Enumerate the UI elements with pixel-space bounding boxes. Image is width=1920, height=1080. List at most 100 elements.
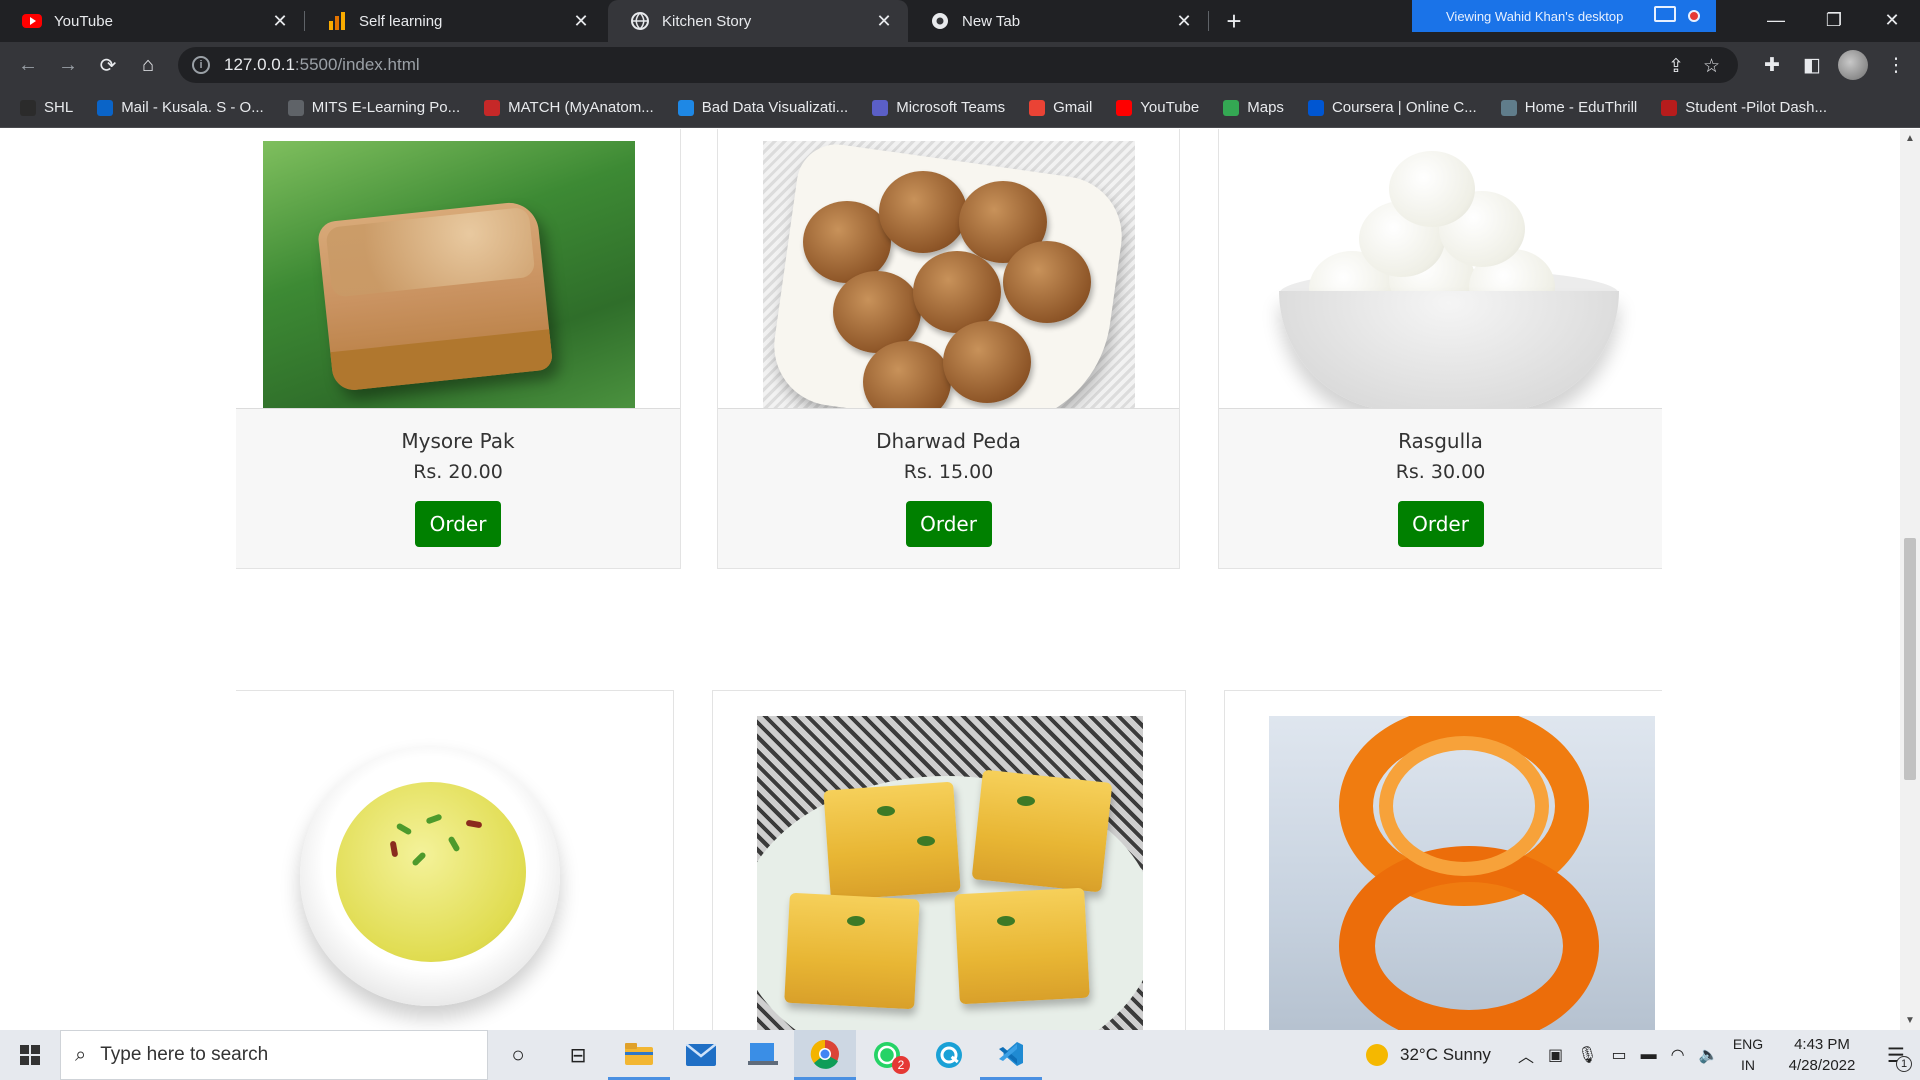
microphone-icon[interactable]: 🎙 bbox=[1577, 1045, 1597, 1065]
record-icon bbox=[1688, 10, 1700, 22]
sun-icon bbox=[1366, 1044, 1388, 1066]
rasmalai-image bbox=[236, 716, 636, 1030]
order-button[interactable]: Order bbox=[1397, 501, 1484, 547]
order-button[interactable]: Order bbox=[905, 501, 992, 547]
student-icon bbox=[1661, 99, 1678, 116]
analytics-icon bbox=[327, 11, 347, 31]
url-path: :5500/index.html bbox=[294, 55, 420, 74]
bookmark-label: Student -Pilot Dash... bbox=[1685, 99, 1828, 116]
bookmark-item[interactable]: YouTube bbox=[1116, 99, 1199, 116]
bookmark-item[interactable]: Student -Pilot Dash... bbox=[1661, 99, 1827, 116]
cortana-icon[interactable]: ○ bbox=[488, 1042, 548, 1068]
scroll-up-icon[interactable]: ▲ bbox=[1905, 133, 1915, 144]
bookmark-item[interactable]: Home - EduThrill bbox=[1500, 99, 1637, 116]
site-info-icon[interactable]: i bbox=[192, 56, 210, 74]
quickassist-icon[interactable] bbox=[918, 1030, 980, 1080]
card-footer: Mysore Pak Rs. 20.00 Order bbox=[236, 408, 680, 568]
card-footer: Rasgulla Rs. 30.00 Order bbox=[1219, 408, 1662, 568]
task-view-icon[interactable]: ⊟ bbox=[548, 1043, 608, 1068]
remote-app-icon[interactable] bbox=[732, 1030, 794, 1080]
shl-icon bbox=[20, 99, 36, 116]
search-placeholder: Type here to search bbox=[100, 1044, 269, 1065]
clock[interactable]: 4:43 PM 4/28/2022 bbox=[1772, 1034, 1872, 1076]
tab-new-tab[interactable]: New Tab ✕ bbox=[908, 0, 1208, 42]
share-icon[interactable]: ⇪ bbox=[1668, 55, 1684, 78]
mail-app-icon[interactable] bbox=[670, 1030, 732, 1080]
whatsapp-icon[interactable]: 2 bbox=[856, 1030, 918, 1080]
close-window-button[interactable]: ✕ bbox=[1864, 0, 1920, 40]
bookmark-item[interactable]: MITS E-Learning Po... bbox=[287, 99, 460, 116]
bookmark-star-icon[interactable]: ☆ bbox=[1703, 55, 1720, 78]
globe-icon bbox=[630, 11, 650, 31]
side-panel-icon[interactable]: ◧ bbox=[1796, 49, 1828, 81]
action-center-icon[interactable]: ☰ 1 bbox=[1872, 1030, 1920, 1080]
chrome-taskbar-icon[interactable] bbox=[794, 1030, 856, 1080]
minimize-button[interactable]: — bbox=[1748, 0, 1804, 40]
product-name: Mysore Pak bbox=[401, 429, 515, 453]
scroll-down-icon[interactable]: ▼ bbox=[1905, 1015, 1915, 1026]
bookmark-label: Bad Data Visualizati... bbox=[701, 99, 849, 116]
windows-start-icon[interactable] bbox=[0, 1030, 60, 1080]
product-price: Rs. 30.00 bbox=[1395, 461, 1486, 483]
coursera-icon bbox=[1307, 99, 1324, 116]
close-tab-icon[interactable]: ✕ bbox=[571, 11, 591, 32]
remote-desktop-banner[interactable]: Viewing Wahid Khan's desktop bbox=[1412, 0, 1716, 32]
product-card-dharwad-peda: Dharwad Peda Rs. 15.00 Order bbox=[717, 129, 1180, 569]
scrollbar-thumb[interactable] bbox=[1904, 538, 1916, 780]
youtube-icon bbox=[22, 11, 42, 31]
gmail-icon bbox=[1029, 99, 1046, 116]
reload-icon[interactable]: ⟳ bbox=[92, 49, 124, 81]
tab-youtube[interactable]: YouTube ✕ bbox=[0, 0, 304, 42]
bookmark-item[interactable]: Gmail bbox=[1029, 99, 1092, 116]
close-tab-icon[interactable]: ✕ bbox=[874, 11, 894, 32]
monitor-icon[interactable] bbox=[1654, 6, 1676, 22]
forward-arrow-icon[interactable]: → bbox=[52, 49, 84, 81]
tab-self-learning[interactable]: Self learning ✕ bbox=[305, 0, 605, 42]
meet-icon[interactable]: ▣ bbox=[1548, 1045, 1563, 1065]
bookmark-item[interactable]: Microsoft Teams bbox=[872, 99, 1005, 116]
bookmark-item[interactable]: Bad Data Visualizati... bbox=[677, 99, 849, 116]
display-icon[interactable]: ▭ bbox=[1611, 1045, 1626, 1065]
tab-kitchen-story[interactable]: Kitchen Story ✕ bbox=[608, 0, 908, 42]
bookmark-item[interactable]: MATCH (MyAnatom... bbox=[484, 99, 654, 116]
file-explorer-icon[interactable] bbox=[608, 1030, 670, 1080]
wifi-icon[interactable]: ◠ bbox=[1671, 1045, 1685, 1065]
rasgulla-image bbox=[1219, 141, 1663, 453]
profile-avatar[interactable] bbox=[1838, 50, 1868, 80]
product-card-rasmalai bbox=[236, 690, 674, 1030]
close-tab-icon[interactable]: ✕ bbox=[1174, 11, 1194, 32]
weather-widget[interactable]: 32°C Sunny bbox=[1366, 1030, 1491, 1080]
maps-icon bbox=[1223, 99, 1240, 116]
outlook-icon bbox=[97, 99, 114, 116]
language-indicator[interactable]: ENG IN bbox=[1728, 1034, 1768, 1076]
taskbar-search-box[interactable]: ⌕ Type here to search bbox=[60, 1030, 488, 1080]
extensions-icon[interactable]: ✚ bbox=[1756, 49, 1788, 81]
address-bar[interactable]: i 127.0.0.1:5500/index.html ⇪ ☆ bbox=[178, 47, 1738, 83]
bookmark-item[interactable]: Mail - Kusala. S - O... bbox=[97, 99, 264, 116]
home-icon[interactable]: ⌂ bbox=[132, 49, 164, 81]
page-scrollbar[interactable]: ▲ ▼ bbox=[1900, 129, 1920, 1030]
close-tab-icon[interactable]: ✕ bbox=[270, 11, 290, 32]
order-button[interactable]: Order bbox=[415, 501, 501, 547]
back-arrow-icon[interactable]: ← bbox=[12, 49, 44, 81]
remote-desktop-text: Viewing Wahid Khan's desktop bbox=[1446, 8, 1624, 24]
chevron-up-icon[interactable]: ︿ bbox=[1518, 1043, 1534, 1067]
bookmark-item[interactable]: Maps bbox=[1223, 99, 1284, 116]
vscode-icon[interactable] bbox=[980, 1030, 1042, 1080]
battery-icon[interactable]: ▬ bbox=[1641, 1046, 1657, 1064]
bookmark-item[interactable]: SHL bbox=[20, 99, 73, 116]
product-card-mysore-pak: Mysore Pak Rs. 20.00 Order bbox=[236, 129, 681, 569]
menu-kebab-icon[interactable]: ⋮ bbox=[1880, 49, 1912, 81]
card-footer: Dharwad Peda Rs. 15.00 Order bbox=[718, 408, 1179, 568]
product-price: Rs. 15.00 bbox=[903, 461, 994, 483]
bookmark-label: Mail - Kusala. S - O... bbox=[121, 99, 264, 116]
restore-button[interactable]: ❐ bbox=[1806, 0, 1862, 40]
bookmarks-bar: SHL Mail - Kusala. S - O... MITS E-Learnin… bbox=[0, 88, 1920, 128]
product-price: Rs. 20.00 bbox=[413, 461, 503, 483]
match-icon bbox=[484, 99, 501, 116]
new-tab-button[interactable]: + bbox=[1218, 5, 1250, 37]
bookmark-label: Coursera | Online C... bbox=[1331, 99, 1477, 116]
volume-icon[interactable]: 🔈 bbox=[1699, 1045, 1719, 1065]
bookmark-item[interactable]: Coursera | Online C... bbox=[1307, 99, 1477, 116]
jalebi-image bbox=[1269, 716, 1655, 1030]
